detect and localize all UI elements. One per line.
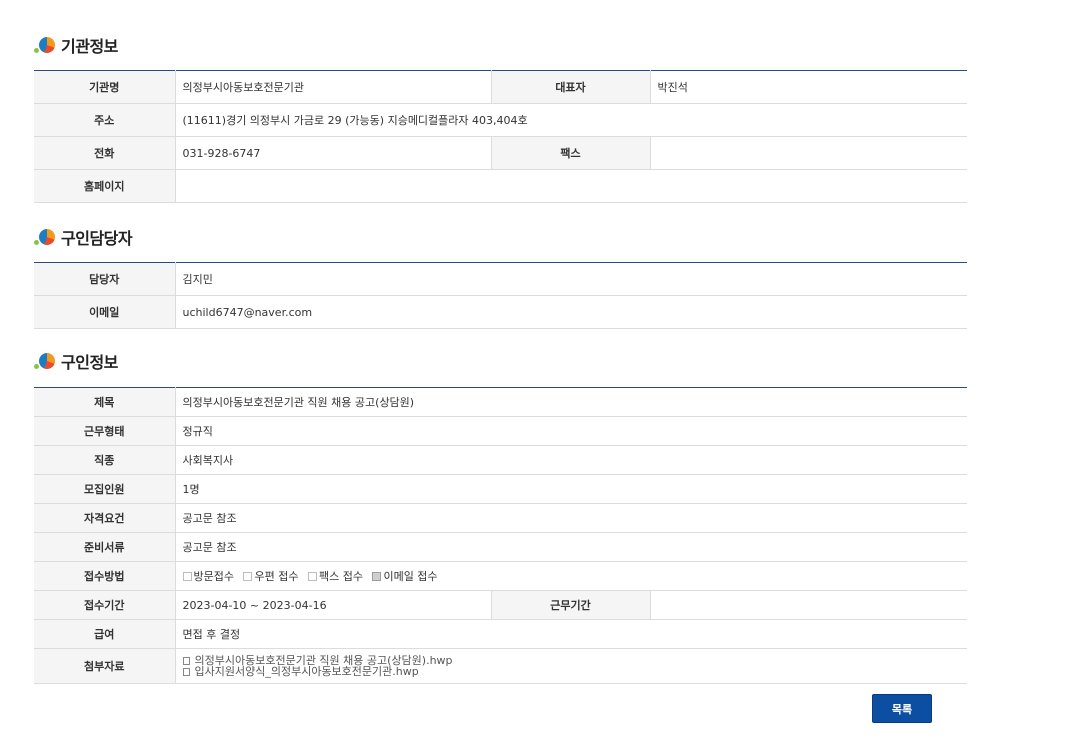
table-row: 접수기간 2023-04-10 ~ 2023-04-16 근무기간	[34, 590, 967, 620]
attachments-label: 첨부자료	[34, 648, 176, 684]
qualification-value: 공고문 참조	[175, 503, 967, 533]
table-row: 첨부자료 의정부시아동보호전문기관 직원 채용 공고(상담원).hwp 입사지원…	[34, 648, 967, 684]
attachment-name[interactable]: 입사지원서양식_의정부시아동보호전문기관.hwp	[195, 666, 419, 677]
address-label: 주소	[34, 103, 176, 137]
method-email-label: 이메일 접수	[383, 570, 438, 583]
method-visit-label: 방문접수	[193, 570, 234, 583]
attachments-list: 의정부시아동보호전문기관 직원 채용 공고(상담원).hwp 입사지원서양식_의…	[175, 648, 967, 684]
address-value: (11611)경기 의정부시 가금로 29 (가능동) 지승메디컬플라자 403…	[175, 103, 967, 137]
logo-icon	[34, 34, 56, 56]
org-section-title: 기관정보	[34, 34, 118, 56]
work-period-label: 근무기간	[490, 590, 651, 620]
org-info-table: 기관명 의정부시아동보호전문기관 대표자 박진석 주소 (11611)경기 의정…	[34, 70, 967, 203]
documents-label: 준비서류	[34, 532, 176, 562]
contact-section-title-text: 구인담당자	[61, 229, 133, 248]
job-section-title: 구인정보	[34, 350, 118, 372]
homepage-label: 홈페이지	[34, 169, 176, 203]
job-info-table: 제목 의정부시아동보호전문기관 직원 채용 공고(상담원) 근무형태 정규직 직…	[34, 387, 967, 684]
logo-icon	[34, 350, 56, 372]
checkbox	[243, 571, 253, 581]
email-value: uchild6747@naver.com	[175, 295, 967, 329]
contact-info-table: 담당자 김지민 이메일 uchild6747@naver.com	[34, 262, 967, 329]
org-section-title-text: 기관정보	[61, 37, 118, 56]
table-row: 제목 의정부시아동보호전문기관 직원 채용 공고(상담원)	[34, 387, 967, 417]
subject-label: 제목	[34, 387, 176, 417]
method-post: 우편 접수	[243, 568, 298, 584]
attachment-link[interactable]: 입사지원서양식_의정부시아동보호전문기관.hwp	[182, 666, 961, 677]
job-kind-value: 사회복지사	[175, 445, 967, 475]
manager-label: 담당자	[34, 262, 176, 296]
file-icon	[182, 656, 190, 665]
org-name-label: 기관명	[34, 70, 176, 104]
period-label: 접수기간	[34, 590, 176, 620]
headcount-label: 모집인원	[34, 474, 176, 504]
fax-label: 팩스	[490, 136, 651, 170]
work-period-value	[650, 590, 967, 620]
table-row: 홈페이지	[34, 169, 967, 203]
file-icon	[182, 667, 190, 676]
headcount-value: 1명	[175, 474, 967, 504]
table-row: 모집인원 1명	[34, 474, 967, 504]
checkbox-checked	[372, 571, 382, 581]
table-row: 준비서류 공고문 참조	[34, 532, 967, 562]
salary-label: 급여	[34, 619, 176, 649]
table-row: 직종 사회복지사	[34, 445, 967, 475]
method-post-label: 우편 접수	[254, 570, 299, 583]
method-fax-label: 팩스 접수	[318, 570, 363, 583]
table-row: 주소 (11611)경기 의정부시 가금로 29 (가능동) 지승메디컬플라자 …	[34, 103, 967, 137]
method-label: 접수방법	[34, 561, 176, 591]
checkbox	[182, 571, 192, 581]
table-row: 자격요건 공고문 참조	[34, 503, 967, 533]
work-type-label: 근무형태	[34, 416, 176, 446]
method-options: 방문접수 우편 접수 팩스 접수 이메일 접수	[175, 561, 967, 591]
subject-value: 의정부시아동보호전문기관 직원 채용 공고(상담원)	[175, 387, 967, 417]
method-fax: 팩스 접수	[307, 568, 363, 584]
email-label: 이메일	[34, 295, 176, 329]
salary-value: 면접 후 결정	[175, 619, 967, 649]
table-row: 급여 면접 후 결정	[34, 619, 967, 649]
rep-label: 대표자	[490, 70, 651, 104]
method-email: 이메일 접수	[372, 568, 438, 584]
table-row: 담당자 김지민	[34, 262, 967, 296]
job-kind-label: 직종	[34, 445, 176, 475]
table-row: 접수방법 방문접수 우편 접수 팩스 접수 이메일 접수	[34, 561, 967, 591]
logo-icon	[34, 226, 56, 248]
period-value: 2023-04-10 ~ 2023-04-16	[175, 590, 491, 620]
qualification-label: 자격요건	[34, 503, 176, 533]
rep-value: 박진석	[650, 70, 967, 104]
work-type-value: 정규직	[175, 416, 967, 446]
table-row: 기관명 의정부시아동보호전문기관 대표자 박진석	[34, 70, 967, 104]
documents-value: 공고문 참조	[175, 532, 967, 562]
table-row: 전화 031-928-6747 팩스	[34, 136, 967, 170]
fax-value	[650, 136, 967, 170]
contact-section-title: 구인담당자	[34, 226, 133, 248]
job-section-title-text: 구인정보	[61, 353, 118, 372]
org-name-value: 의정부시아동보호전문기관	[175, 70, 491, 104]
checkbox	[307, 571, 317, 581]
table-row: 근무형태 정규직	[34, 416, 967, 446]
phone-label: 전화	[34, 136, 176, 170]
table-row: 이메일 uchild6747@naver.com	[34, 295, 967, 329]
method-visit: 방문접수	[182, 568, 234, 584]
manager-value: 김지민	[175, 262, 967, 296]
homepage-value	[175, 169, 967, 203]
list-button[interactable]: 목록	[872, 694, 932, 723]
phone-value: 031-928-6747	[175, 136, 491, 170]
